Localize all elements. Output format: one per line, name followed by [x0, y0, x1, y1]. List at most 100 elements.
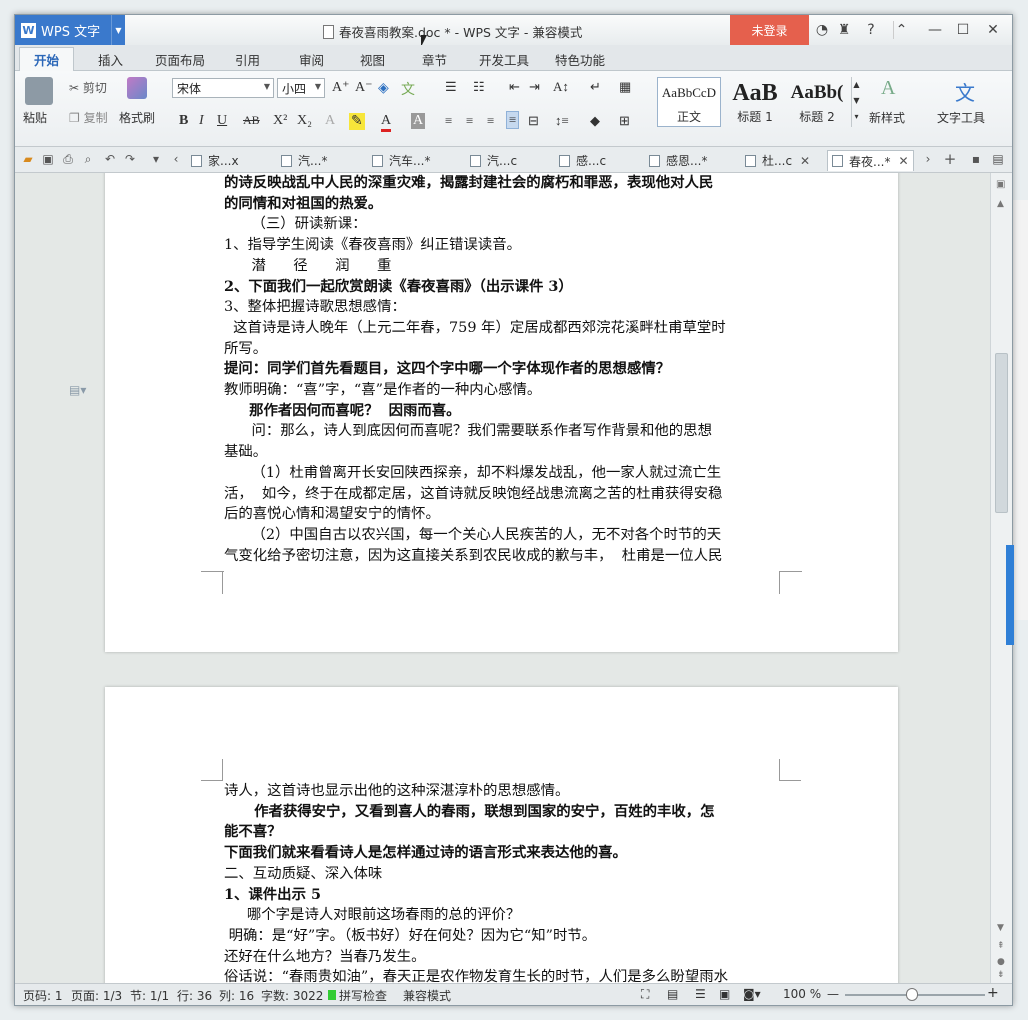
doc-tab[interactable]: 汽...* — [281, 150, 327, 171]
collapse-ribbon-icon[interactable]: ⌃ — [893, 21, 909, 39]
format-painter-button[interactable]: 格式刷 — [119, 109, 155, 126]
copy-button[interactable]: ❐ 复制 — [69, 109, 108, 126]
brush-icon[interactable] — [127, 77, 147, 99]
subscript-icon[interactable]: X₂ — [297, 113, 312, 129]
open-icon[interactable]: ▰ — [21, 152, 35, 166]
redo-icon[interactable]: ↷ — [123, 152, 137, 166]
tab-chapter[interactable]: 章节 — [422, 50, 447, 69]
fullscreen-view-icon[interactable]: ⛶ — [641, 987, 649, 1002]
tab-page-layout[interactable]: 页面布局 — [155, 50, 205, 69]
status-word-count[interactable]: 字数: 3022 — [261, 987, 323, 1004]
grow-font-icon[interactable]: A⁺ — [332, 79, 350, 96]
strikethrough-icon[interactable]: AB — [243, 113, 260, 128]
font-size-select[interactable]: 小四 ▼ — [277, 78, 325, 98]
bullet-list-icon[interactable]: ☰ — [445, 79, 457, 95]
tab-review[interactable]: 审阅 — [299, 50, 324, 69]
zoom-level[interactable]: 100 % — [783, 987, 821, 1001]
doc-tab[interactable]: 汽...c — [470, 150, 517, 171]
zoom-in-icon[interactable]: + — [987, 985, 999, 1001]
side-panel-toggle[interactable] — [1006, 545, 1014, 645]
decrease-indent-icon[interactable]: ⇤ — [509, 79, 520, 95]
style-heading-2[interactable]: AaBb( 标题 2 — [785, 77, 849, 127]
paste-button[interactable]: 粘贴 — [23, 109, 47, 126]
maximize-icon[interactable]: ☐ — [955, 21, 971, 39]
doc-tab[interactable]: 杜...c ✕ — [745, 150, 810, 171]
tab-references[interactable]: 引用 — [235, 50, 260, 69]
page-1-text[interactable]: 的诗反映战乱中人民的深重灾难，揭露封建社会的腐朽和罪恶，表现他对人民 的同情和对祖… — [224, 173, 779, 566]
tab-view[interactable]: 视图 — [360, 50, 385, 69]
status-spell-check[interactable]: 拼写检查 — [339, 987, 387, 1004]
bold-icon[interactable]: B — [179, 113, 188, 129]
shirt-icon[interactable]: ♜ — [837, 21, 851, 39]
tab-scroll-left-icon[interactable]: ‹ — [169, 152, 183, 166]
italic-icon[interactable]: I — [199, 113, 204, 129]
doc-tab[interactable]: 感恩...* — [649, 150, 707, 171]
quick-access-dropdown-icon[interactable]: ▾ — [149, 152, 163, 166]
doc-tab[interactable]: 家...x — [191, 150, 239, 171]
text-effect-icon[interactable]: A — [325, 113, 335, 129]
next-page-icon[interactable]: ⇟ — [997, 970, 1005, 980]
zoom-slider-knob[interactable] — [906, 988, 918, 1001]
web-view-icon[interactable]: ▣ — [719, 987, 730, 1001]
highlight-icon[interactable]: ✎ — [349, 113, 365, 130]
prev-page-icon[interactable]: ⇞ — [997, 941, 1005, 951]
tab-scroll-right-icon[interactable]: › — [921, 152, 935, 166]
page-2-text[interactable]: 诗人，这首诗也显示出他的这种深湛淳朴的思想感情。 作者获得安宁，又看到喜人的春雨… — [224, 781, 779, 983]
login-button[interactable]: 未登录 — [730, 15, 809, 45]
print-preview-icon[interactable]: ⌕ — [81, 152, 95, 166]
save-icon[interactable]: ▣ — [41, 152, 55, 166]
shading-icon[interactable]: ◆ — [590, 113, 600, 129]
font-name-select[interactable]: 宋体 ▼ — [172, 78, 274, 98]
doc-tab-active[interactable]: 春夜...* ✕ — [827, 150, 914, 171]
scrollbar-thumb[interactable] — [995, 353, 1008, 513]
new-style-button[interactable]: 新样式 — [869, 109, 905, 126]
close-icon[interactable]: ✕ — [985, 21, 1001, 39]
text-tools-icon[interactable]: 文 — [955, 77, 975, 106]
paragraph-mark-icon[interactable]: ↵ — [590, 79, 601, 95]
tab-home[interactable]: 开始 — [19, 47, 75, 71]
new-tab-icon[interactable]: + — [943, 152, 957, 167]
minimize-icon[interactable]: — — [927, 21, 943, 39]
document-canvas[interactable]: 的诗反映战乱中人民的深重灾难，揭露封建社会的腐朽和罪恶，表现他对人民 的同情和对祖… — [15, 173, 995, 983]
style-heading-1[interactable]: AaB 标题 1 — [723, 77, 787, 127]
paste-icon[interactable] — [25, 77, 53, 105]
justify-icon[interactable]: ≡ — [506, 111, 520, 129]
increase-indent-icon[interactable]: ⇥ — [529, 79, 540, 95]
numbered-list-icon[interactable]: ☷ — [473, 79, 485, 95]
print-icon[interactable]: ⎙ — [61, 152, 75, 166]
new-style-icon[interactable]: A — [881, 77, 895, 100]
underline-icon[interactable]: U — [217, 113, 227, 129]
tab-special-features[interactable]: 特色功能 — [555, 50, 605, 69]
align-center-icon[interactable]: ≡ — [466, 113, 473, 129]
doc-tab[interactable]: 汽车...* — [372, 150, 430, 171]
sort-icon[interactable]: A↕ — [553, 79, 569, 95]
select-browse-object-icon[interactable]: ● — [997, 957, 1005, 967]
tab-insert[interactable]: 插入 — [98, 50, 123, 69]
style-gallery-scroll[interactable]: ▲ ▼ ▾ — [851, 77, 861, 127]
doc-tab[interactable]: 感...c — [559, 150, 606, 171]
font-color-icon[interactable]: A — [381, 113, 392, 132]
distributed-align-icon[interactable]: ⊟ — [528, 113, 539, 129]
page-view-icon[interactable]: ▤ — [667, 987, 678, 1001]
text-tools-button[interactable]: 文字工具 — [937, 109, 985, 126]
phonetic-icon[interactable]: 文 — [401, 79, 415, 99]
outline-view-icon[interactable]: ☰ — [695, 987, 706, 1001]
status-pages[interactable]: 页面: 1/3 — [71, 987, 122, 1004]
paragraph-handle-icon[interactable]: ▤▾ — [69, 383, 86, 397]
superscript-icon[interactable]: X² — [273, 113, 287, 129]
shrink-font-icon[interactable]: A⁻ — [355, 79, 373, 96]
close-tab-icon[interactable]: ✕ — [898, 154, 908, 168]
close-tab-icon[interactable]: ✕ — [800, 154, 810, 168]
line-spacing-icon[interactable]: ↕≡ — [555, 113, 569, 129]
style-normal[interactable]: AaBbCcD 正文 — [657, 77, 721, 127]
align-right-icon[interactable]: ≡ — [487, 113, 494, 129]
scroll-down-icon[interactable]: ▼ — [997, 923, 1004, 933]
undo-icon[interactable]: ↶ — [103, 152, 117, 166]
skin-icon[interactable]: ◔ — [815, 21, 829, 39]
cut-button[interactable]: ✂ 剪切 — [69, 79, 107, 96]
zoom-out-icon[interactable]: — — [827, 987, 839, 1001]
tab-developer[interactable]: 开发工具 — [479, 50, 529, 69]
ruler-toggle-icon[interactable]: ▣ — [996, 179, 1005, 190]
clear-format-icon[interactable]: ◈ — [378, 80, 389, 97]
table-icon[interactable]: ▦ — [619, 79, 631, 95]
